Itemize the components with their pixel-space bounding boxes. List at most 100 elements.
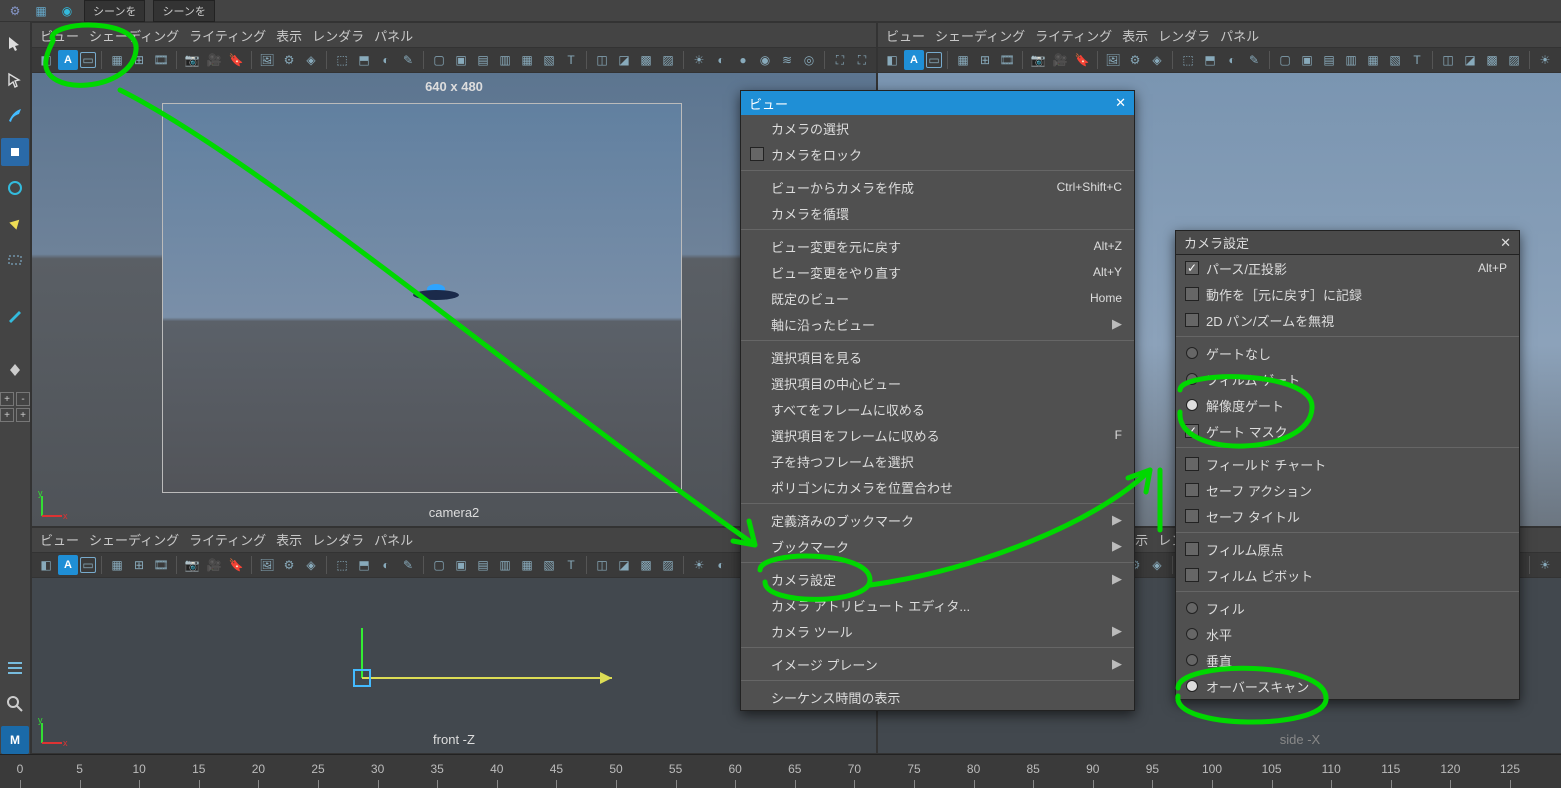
menu-view[interactable]: ビュー <box>886 26 925 45</box>
light-icon[interactable]: ☀ <box>1535 555 1555 575</box>
img-icon[interactable]: 🖼 <box>257 50 277 70</box>
menu-view[interactable]: ビュー <box>40 26 79 45</box>
maya-icon[interactable]: M <box>1 726 29 754</box>
render-icon[interactable]: ⚙ <box>279 555 299 575</box>
shadow-icon[interactable]: ◐ <box>711 555 731 575</box>
ms-icon[interactable]: ◉ <box>755 50 775 70</box>
p6[interactable]: ▧ <box>539 555 559 575</box>
pencil-icon[interactable]: ✎ <box>398 50 418 70</box>
bookmark-icon[interactable]: 🔖 <box>226 50 246 70</box>
menu-item[interactable]: カメラをロック <box>741 141 1134 167</box>
cam-icon[interactable]: 📷 <box>1028 50 1048 70</box>
ufo-object[interactable] <box>413 284 459 302</box>
scale-tool[interactable] <box>1 210 29 238</box>
menu-item[interactable]: セーフ タイトル <box>1176 503 1519 529</box>
grid-icon[interactable]: ▦ <box>107 555 127 575</box>
search-icon[interactable] <box>1 690 29 718</box>
outliner-icon[interactable] <box>1 654 29 682</box>
grid-icon[interactable]: ▦ <box>107 50 127 70</box>
p2[interactable]: ▣ <box>451 50 471 70</box>
expand-icon[interactable]: ⛶ <box>830 50 850 70</box>
p5[interactable]: ▦ <box>1363 50 1383 70</box>
menu-item[interactable]: フィールド チャート <box>1176 451 1519 477</box>
grid-icon[interactable]: ▦ <box>953 50 973 70</box>
menu-item[interactable]: 2D パン/ズームを無視 <box>1176 307 1519 333</box>
render-icon[interactable]: ⚙ <box>1125 50 1145 70</box>
menu-item[interactable]: フィルム ゲート <box>1176 366 1519 392</box>
menu-panels[interactable]: パネル <box>374 530 413 549</box>
shadow-icon[interactable]: ◐ <box>711 50 731 70</box>
res-gate-icon[interactable]: ▭ <box>926 52 942 68</box>
film-icon[interactable]: 🎞 <box>151 50 171 70</box>
menu-item[interactable]: カメラ ツール▶ <box>741 618 1134 644</box>
p3[interactable]: ▤ <box>1319 50 1339 70</box>
menu-view[interactable]: ビュー <box>40 530 79 549</box>
menu-item[interactable]: カメラ アトリビュート エディタ... <box>741 592 1134 618</box>
menu-item[interactable]: ゲート マスク <box>1176 418 1519 444</box>
menu-item[interactable]: ゲートなし <box>1176 340 1519 366</box>
isolate-icon[interactable]: ⬒ <box>354 555 374 575</box>
menu-item[interactable]: 動作を［元に戻す］に記録 <box>1176 281 1519 307</box>
checker-icon[interactable]: ▨ <box>658 555 678 575</box>
pencil-icon[interactable]: ✎ <box>1244 50 1264 70</box>
close-icon[interactable]: ✕ <box>1500 235 1511 251</box>
cube-icon[interactable]: ◫ <box>592 50 612 70</box>
p4[interactable]: ▥ <box>495 50 515 70</box>
shadow-icon[interactable]: ◐ <box>1557 555 1561 575</box>
menu-item[interactable]: 子を持つフレームを選択 <box>741 448 1134 474</box>
menu-item[interactable]: カメラの選択 <box>741 115 1134 141</box>
xray-icon[interactable]: ◐ <box>376 50 396 70</box>
menu-item[interactable]: 既定のビューHome <box>741 285 1134 311</box>
iso-icon[interactable]: ⬚ <box>332 50 352 70</box>
p3[interactable]: ▤ <box>473 555 493 575</box>
p1[interactable]: ▢ <box>1275 50 1295 70</box>
scene-button-b[interactable]: シーンを <box>153 0 214 22</box>
cam-icon[interactable]: 📷 <box>182 555 202 575</box>
select-tool[interactable] <box>1 30 29 58</box>
max-icon[interactable]: ⛶ <box>852 50 872 70</box>
a[interactable]: A <box>58 555 78 575</box>
menu-item[interactable]: ビュー変更を元に戻すAlt+Z <box>741 233 1134 259</box>
annotate-tool[interactable] <box>1 302 29 330</box>
menu-item[interactable]: カメラ設定▶ <box>741 566 1134 592</box>
menu-item[interactable]: ポリゴンにカメラを位置合わせ <box>741 474 1134 500</box>
wire-icon[interactable]: ◈ <box>1147 555 1167 575</box>
cube-icon[interactable]: ◫ <box>1438 50 1458 70</box>
menu-item[interactable]: すべてをフレームに収める <box>741 396 1134 422</box>
menu-show[interactable]: 表示 <box>1122 26 1148 45</box>
lasso-tool[interactable] <box>1 66 29 94</box>
close-icon[interactable]: ✕ <box>1115 95 1126 111</box>
rotate-tool[interactable] <box>1 174 29 202</box>
dof-icon[interactable]: ◎ <box>799 50 819 70</box>
gate-icon[interactable]: ⊞ <box>129 555 149 575</box>
gate-icon[interactable]: ⊞ <box>975 50 995 70</box>
p7[interactable]: T <box>561 50 581 70</box>
bookmark-icon[interactable]: 🔖 <box>1072 50 1092 70</box>
p6[interactable]: ▧ <box>1385 50 1405 70</box>
pencil-icon[interactable]: ✎ <box>398 555 418 575</box>
scene-button-a[interactable]: シーンを <box>84 0 145 22</box>
iso-icon[interactable]: ⬚ <box>332 555 352 575</box>
menu-shading[interactable]: シェーディング <box>935 26 1025 45</box>
isolate-icon[interactable]: ⬒ <box>1200 50 1220 70</box>
film2-icon[interactable]: 🎥 <box>204 50 224 70</box>
film-icon[interactable]: 🎞 <box>997 50 1017 70</box>
wire-icon[interactable]: ◈ <box>301 50 321 70</box>
img-icon[interactable]: 🖼 <box>257 555 277 575</box>
menu-shading[interactable]: シェーディング <box>89 26 179 45</box>
timeline[interactable]: 0510152025303540455055606570758085909510… <box>0 754 1561 788</box>
cam-icon[interactable]: 📷 <box>182 50 202 70</box>
menu-item[interactable]: オーバースキャン <box>1176 673 1519 699</box>
tex-icon[interactable]: ▩ <box>1482 50 1502 70</box>
light-icon[interactable]: ☀ <box>1535 50 1555 70</box>
isolate-icon[interactable]: ⬒ <box>354 50 374 70</box>
menu-render[interactable]: レンダラ <box>312 26 364 45</box>
menu-show[interactable]: 表示 <box>276 530 302 549</box>
gear-icon[interactable]: ⚙ <box>6 2 24 20</box>
camera-select-icon[interactable]: ◧ <box>36 50 56 70</box>
fog-icon[interactable]: ≋ <box>777 50 797 70</box>
p5[interactable]: ▦ <box>517 50 537 70</box>
menu-render[interactable]: レンダラ <box>1158 26 1210 45</box>
p7[interactable]: T <box>1407 50 1427 70</box>
shaded-cube-icon[interactable]: ◪ <box>614 555 634 575</box>
